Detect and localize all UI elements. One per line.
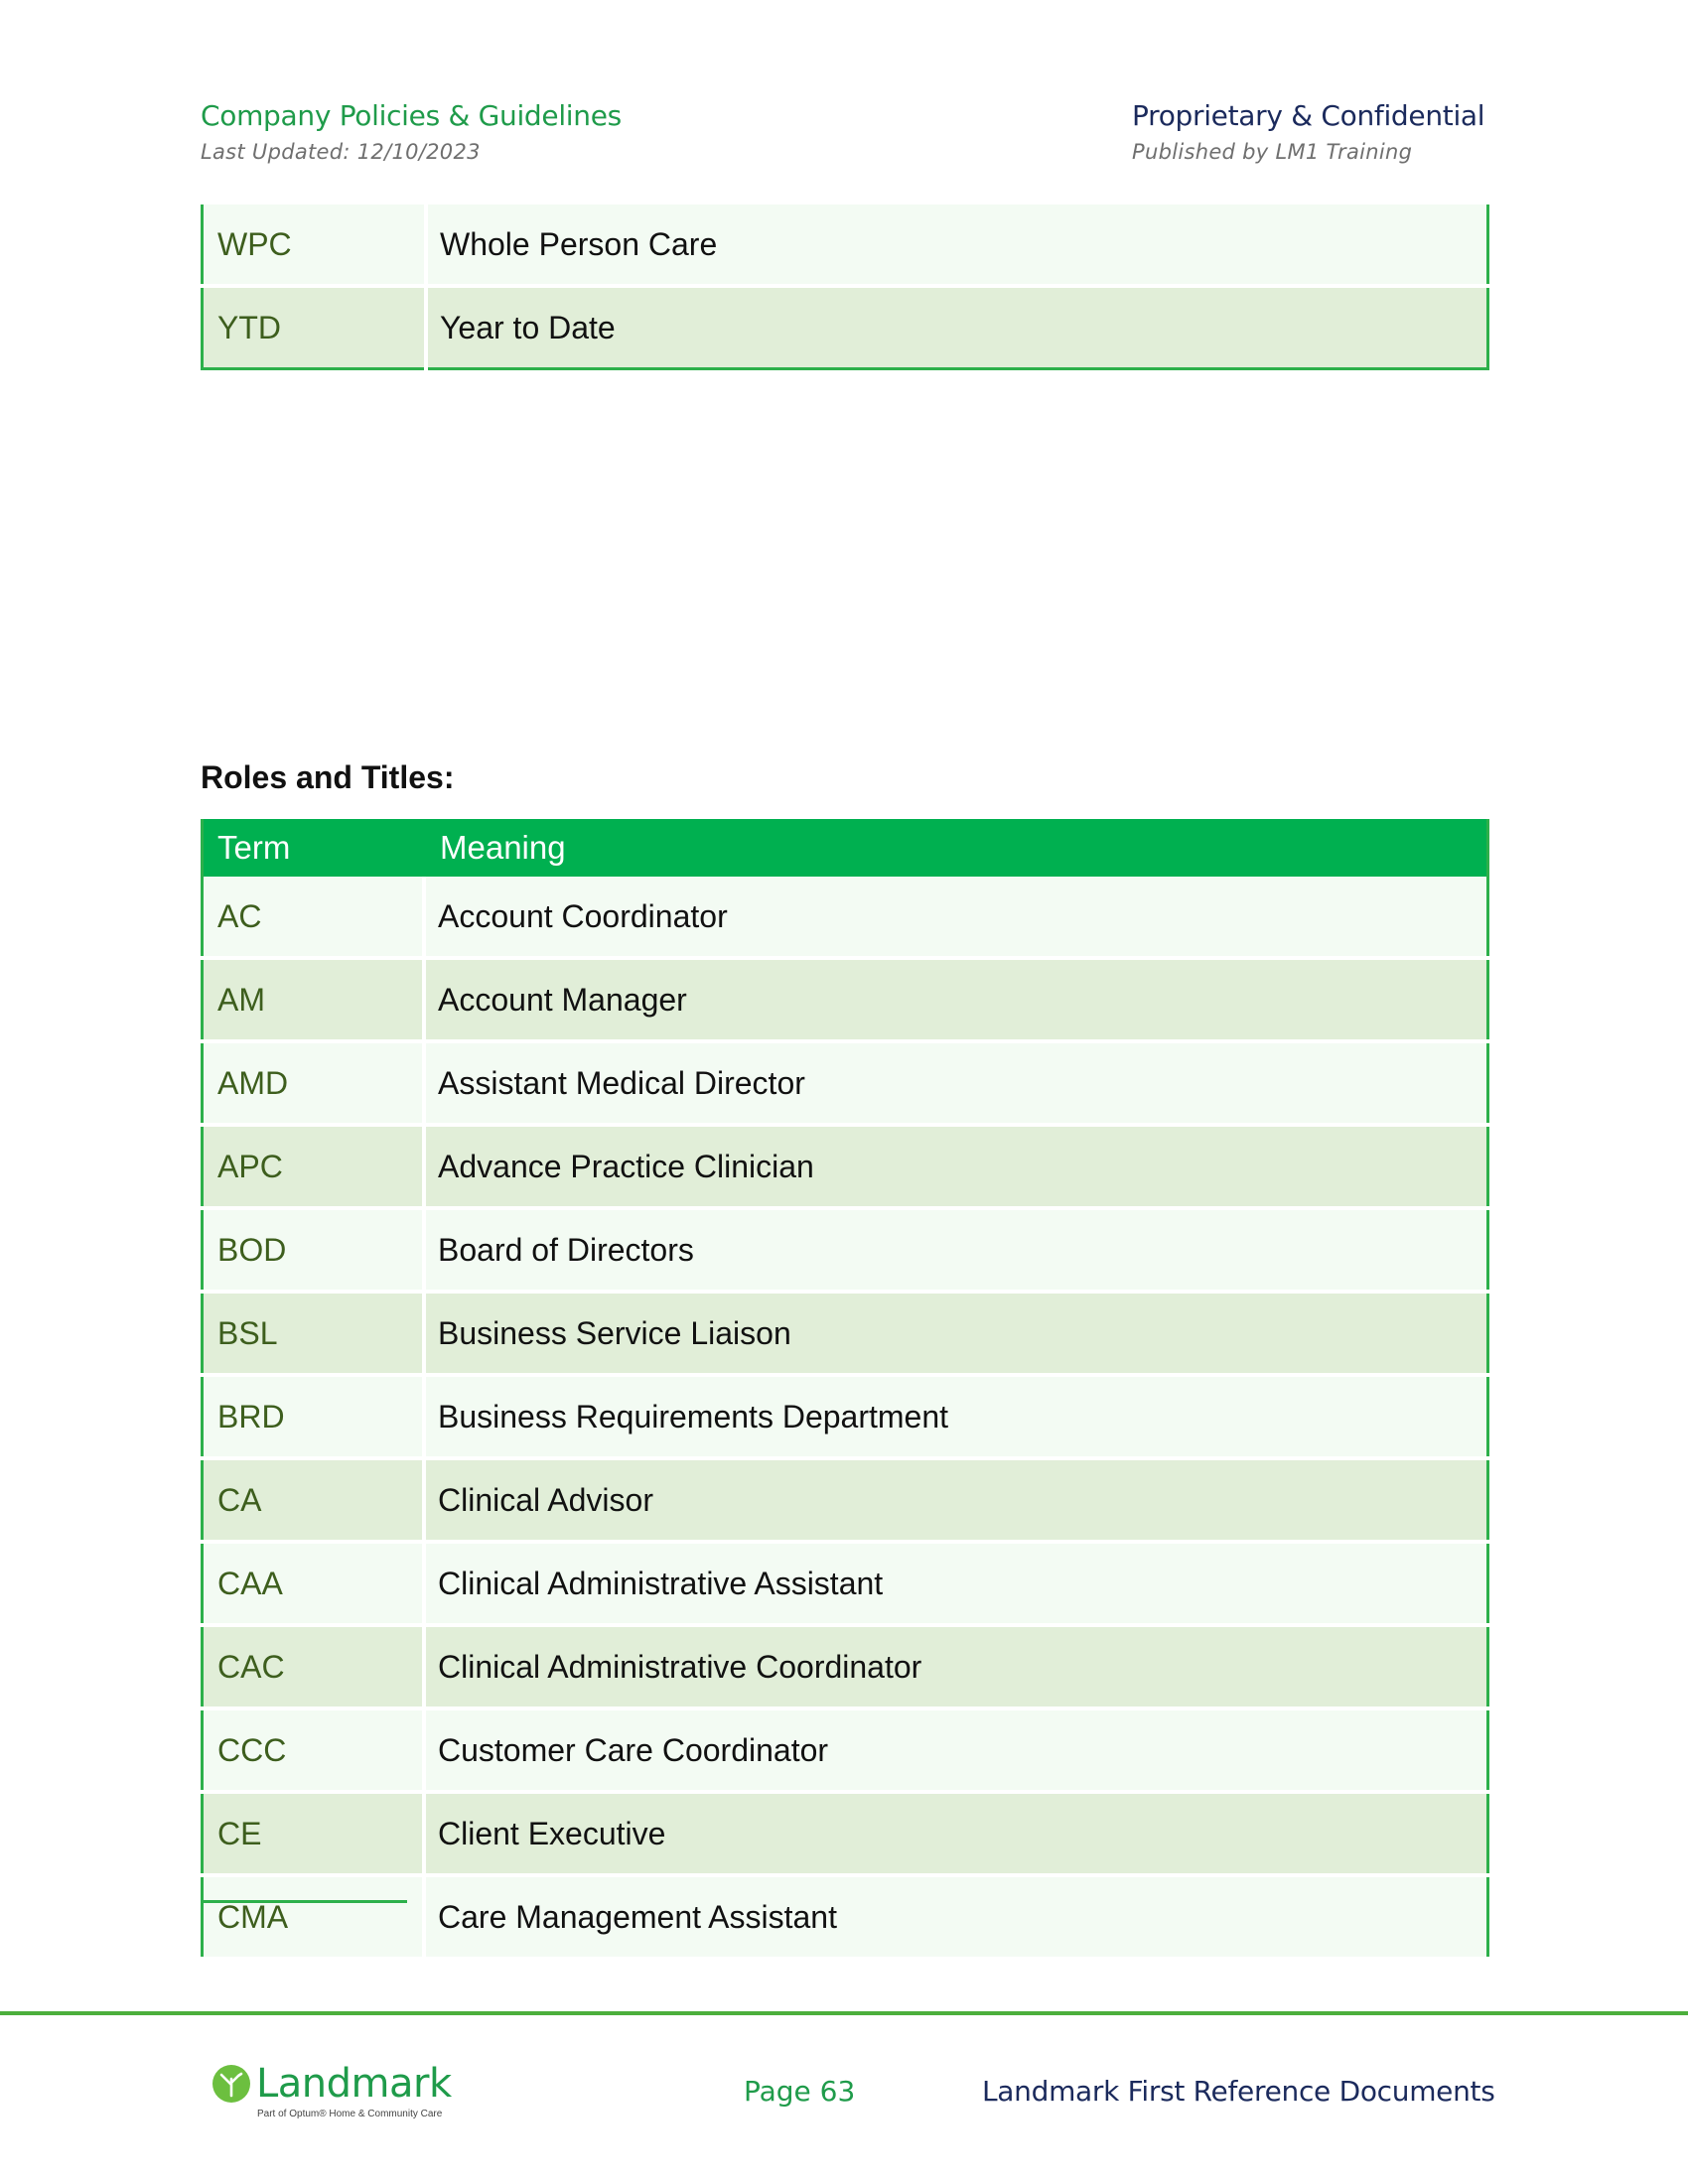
term-cell: CE [202, 1790, 424, 1875]
header-confidential: Proprietary & Confidential [1132, 99, 1485, 132]
roles-table: Term Meaning AC Account Coordinator AM A… [201, 819, 1489, 1957]
meaning-cell: Client Executive [422, 1790, 1488, 1875]
table-row: BSL Business Service Liaison [202, 1290, 1488, 1375]
term-cell: BRD [202, 1373, 424, 1458]
section-title-roles: Roles and Titles: [201, 759, 455, 795]
logo-tagline: Part of Optum® Home & Community Care [257, 2109, 443, 2119]
header-doc-title: Company Policies & Guidelines [201, 99, 622, 132]
meaning-cell: Assistant Medical Director [422, 1039, 1488, 1125]
landmark-logo: Landmark Part of Optum® Home & Community… [212, 2061, 452, 2119]
glossary-table-continued: WPC Whole Person Care YTD Year to Date [201, 205, 1489, 370]
table-bottom-border [201, 1900, 407, 1903]
meaning-cell: Board of Directors [422, 1206, 1488, 1292]
term-cell: WPC [202, 205, 426, 286]
table-row: CCC Customer Care Coordinator [202, 1706, 1488, 1792]
meaning-cell: Year to Date [424, 284, 1488, 369]
table-row: CA Clinical Advisor [202, 1456, 1488, 1542]
landmark-tree-logo-icon [212, 2065, 250, 2103]
term-cell: APC [202, 1123, 424, 1208]
header-left: Company Policies & Guidelines Last Updat… [201, 99, 622, 164]
footer-doc-title: Landmark First Reference Documents [982, 2075, 1495, 2108]
header-last-updated: Last Updated: 12/10/2023 [201, 140, 481, 164]
table-row: BOD Board of Directors [202, 1206, 1488, 1292]
term-cell: AMD [202, 1039, 424, 1125]
table-row: CAC Clinical Administrative Coordinator [202, 1623, 1488, 1708]
meaning-cell: Clinical Advisor [422, 1456, 1488, 1542]
table-row: WPC Whole Person Care [202, 205, 1488, 286]
meaning-cell: Business Requirements Department [422, 1373, 1488, 1458]
term-cell: BOD [202, 1206, 424, 1292]
meaning-cell: Account Manager [422, 956, 1488, 1041]
page-number: Page 63 [744, 2075, 856, 2108]
term-cell: CAA [202, 1540, 424, 1625]
meaning-cell: Whole Person Care [424, 205, 1488, 286]
table-row: AMD Assistant Medical Director [202, 1039, 1488, 1125]
term-cell: AM [202, 956, 424, 1041]
table-row: AM Account Manager [202, 956, 1488, 1041]
header-publisher: Published by LM1 Training [1132, 140, 1413, 164]
term-cell: CAC [202, 1623, 424, 1708]
column-header-meaning: Meaning [424, 819, 1488, 877]
table-header-row: Term Meaning [202, 819, 1488, 877]
term-cell: BSL [202, 1290, 424, 1375]
column-header-term: Term [202, 819, 424, 877]
logo-wordmark: Landmark [256, 2061, 452, 2107]
table-row: AC Account Coordinator [202, 877, 1488, 958]
meaning-cell: Customer Care Coordinator [422, 1706, 1488, 1792]
table-row: CAA Clinical Administrative Assistant [202, 1540, 1488, 1625]
term-cell: YTD [202, 284, 426, 369]
table-row: YTD Year to Date [202, 284, 1488, 369]
term-cell: CA [202, 1456, 424, 1542]
footer-divider [0, 2011, 1688, 2015]
table-row: BRD Business Requirements Department [202, 1373, 1488, 1458]
header-right: Proprietary & Confidential Published by … [1132, 99, 1485, 164]
meaning-cell: Clinical Administrative Coordinator [422, 1623, 1488, 1708]
meaning-cell: Care Management Assistant [422, 1873, 1488, 1957]
meaning-cell: Business Service Liaison [422, 1290, 1488, 1375]
table-row: CMA Care Management Assistant [202, 1873, 1488, 1957]
term-cell: CCC [202, 1706, 424, 1792]
meaning-cell: Account Coordinator [422, 877, 1488, 958]
table-row: APC Advance Practice Clinician [202, 1123, 1488, 1208]
term-cell: AC [202, 877, 424, 958]
table-row: CE Client Executive [202, 1790, 1488, 1875]
term-cell: CMA [202, 1873, 424, 1957]
meaning-cell: Clinical Administrative Assistant [422, 1540, 1488, 1625]
meaning-cell: Advance Practice Clinician [422, 1123, 1488, 1208]
